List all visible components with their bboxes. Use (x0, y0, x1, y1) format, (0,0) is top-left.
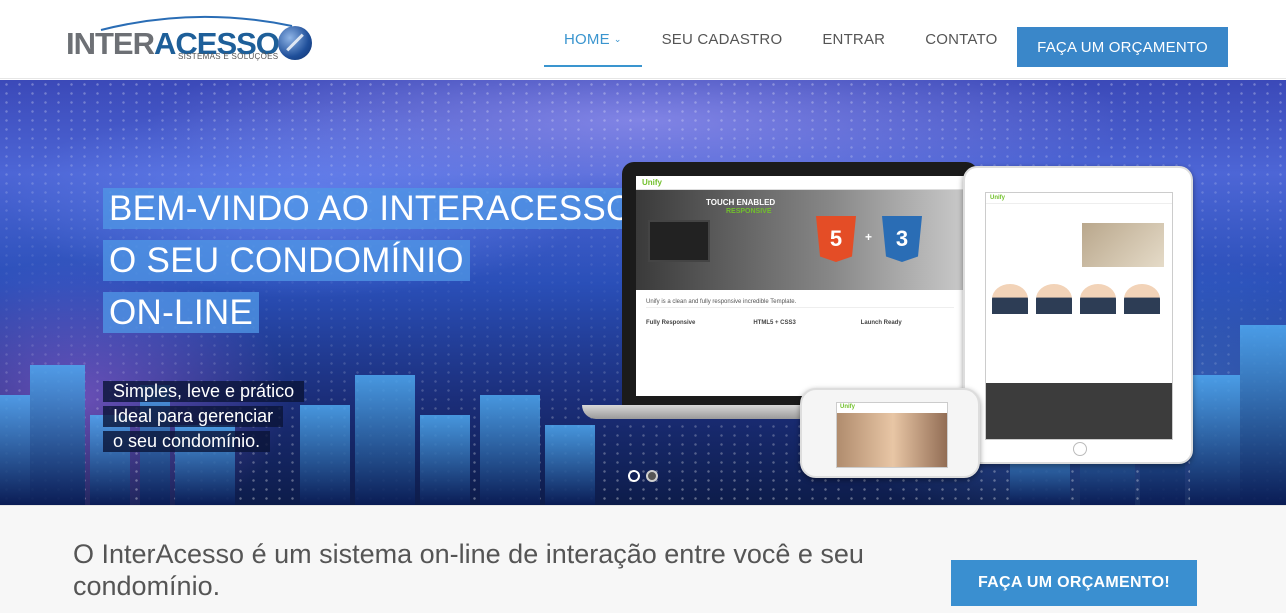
hero-title-line-3: ON-LINE (103, 292, 260, 333)
chevron-down-icon: ⌄ (613, 34, 622, 44)
laptop-screen: Unify TOUCH ENABLED RESPONSIVE 5 + 3 Uni… (636, 176, 964, 396)
hero-subtitle-line-2: Ideal para gerenciar (103, 406, 284, 427)
laptop-feature-title: Fully Responsive (646, 320, 696, 326)
team-member-avatar (1036, 284, 1072, 314)
phone-screen: Unify (836, 402, 948, 468)
slider-pagination (628, 470, 658, 482)
laptop-feature-title: HTML5 + CSS3 (753, 320, 796, 326)
laptop-banner-line-2: RESPONSIVE (726, 208, 772, 215)
team-member-avatar (1124, 284, 1160, 314)
nav-item-entrar[interactable]: ENTRAR (802, 0, 905, 79)
nav-item-seu-cadastro[interactable]: SEU CADASTRO (642, 0, 803, 79)
laptop-screen-brand: Unify (636, 176, 964, 190)
nav-item-home-label: HOME (564, 31, 610, 48)
laptop-screen-banner: TOUCH ENABLED RESPONSIVE 5 + 3 (636, 190, 964, 290)
laptop-feature: HTML5 + CSS3 (753, 320, 846, 329)
laptop-screen-tagline: Unify is a clean and fully responsive in… (646, 296, 954, 308)
tablet-mockup: Unify (963, 166, 1193, 464)
laptop-screen-features: Fully Responsive HTML5 + CSS3 Launch Rea… (636, 314, 964, 335)
site-logo[interactable]: INTERACESSO SISTEMAS E SOLUÇÕES (66, 12, 316, 64)
phone-screen-brand: Unify (840, 404, 855, 410)
laptop-feature: Fully Responsive (646, 320, 739, 329)
team-member-avatar (1080, 284, 1116, 314)
mini-devices-image (648, 220, 710, 262)
hero-subtitle: Simples, leve e prático Ideal para geren… (103, 381, 305, 456)
tablet-screen: Unify (985, 192, 1173, 440)
main-nav: HOME ⌄ SEU CADASTRO ENTRAR CONTATO (544, 0, 1017, 79)
quote-button-header[interactable]: FAÇA UM ORÇAMENTO (1017, 27, 1228, 67)
nav-item-seu-cadastro-label: SEU CADASTRO (661, 31, 783, 48)
phone-screen-photo (837, 413, 947, 467)
nav-item-contato-label: CONTATO (925, 31, 998, 48)
promo-text: O InterAcesso é um sistema on-line de in… (73, 539, 864, 601)
hero-subtitle-line-3: o seu condomínio. (103, 431, 271, 452)
globe-icon (278, 26, 312, 60)
slider-dot-2[interactable] (646, 470, 658, 482)
laptop-mockup: Unify TOUCH ENABLED RESPONSIVE 5 + 3 Uni… (622, 162, 978, 405)
html5-icon: 5 (816, 216, 856, 262)
hero-title: BEM-VINDO AO INTERACESSO O SEU CONDOMÍNI… (103, 188, 640, 344)
laptop-feature: Launch Ready (861, 320, 954, 329)
tablet-screen-brand: Unify (986, 193, 1172, 204)
tablet-screen-team (986, 274, 1172, 318)
nav-item-home[interactable]: HOME ⌄ (544, 0, 642, 79)
tablet-screen-footer (986, 383, 1172, 439)
nav-item-contato[interactable]: CONTATO (905, 0, 1017, 79)
team-member-avatar (992, 284, 1028, 314)
logo-word-inter: INTER (66, 26, 155, 61)
quote-button-promo[interactable]: FAÇA UM ORÇAMENTO! (951, 560, 1197, 606)
site-header: INTERACESSO SISTEMAS E SOLUÇÕES HOME ⌄ S… (0, 0, 1286, 79)
nav-item-entrar-label: ENTRAR (822, 31, 886, 48)
hero-slider: BEM-VINDO AO INTERACESSO O SEU CONDOMÍNI… (0, 80, 1286, 505)
logo-tagline: SISTEMAS E SOLUÇÕES (178, 52, 279, 61)
promo-section: O InterAcesso é um sistema on-line de in… (0, 505, 1286, 613)
css3-icon: 3 (882, 216, 922, 262)
hero-subtitle-line-1: Simples, leve e prático (103, 381, 305, 402)
plus-icon: + (865, 230, 873, 244)
hero-title-line-1: BEM-VINDO AO INTERACESSO (103, 188, 640, 229)
tablet-home-button (1073, 442, 1087, 456)
laptop-feature-title: Launch Ready (860, 320, 902, 326)
phone-mockup: Unify (800, 388, 980, 478)
tablet-screen-photo (1082, 223, 1164, 267)
slider-dot-1[interactable] (628, 470, 640, 482)
hero-title-line-2: O SEU CONDOMÍNIO (103, 240, 470, 281)
laptop-banner-line-1: TOUCH ENABLED (706, 198, 776, 207)
